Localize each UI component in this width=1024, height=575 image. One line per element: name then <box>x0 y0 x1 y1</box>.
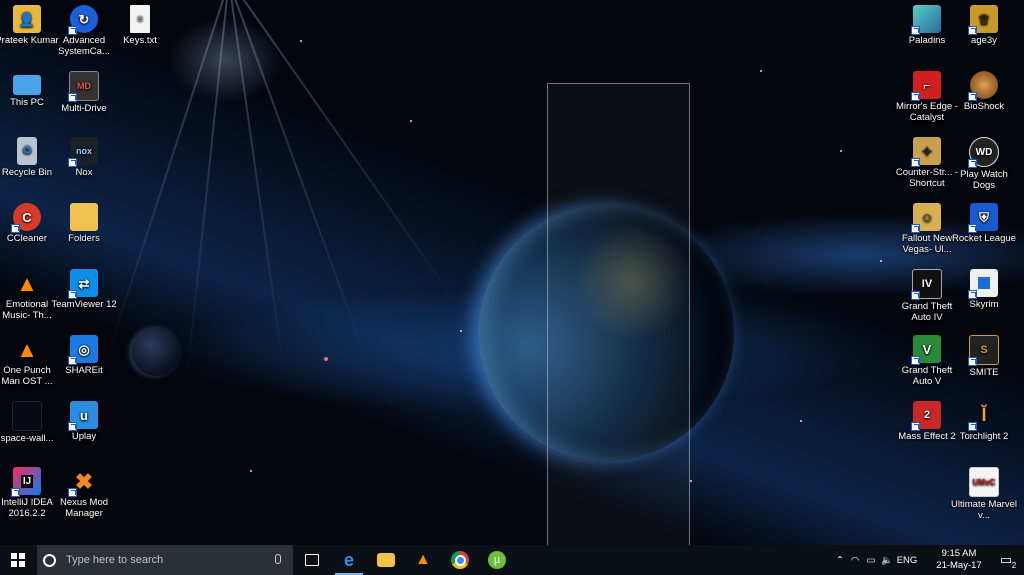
action-center-button[interactable]: ▭ 2 <box>994 545 1018 575</box>
desktop-icon-age3y[interactable]: ♛ age3y <box>951 2 1017 46</box>
ccleaner-icon: C <box>11 203 41 233</box>
cortana-icon <box>43 553 56 567</box>
light-ray <box>105 0 237 360</box>
desktop-icon-teamviewer[interactable]: ⇄ TeamViewer 12 <box>51 266 117 310</box>
multi-drive-icon: MD <box>68 71 99 102</box>
show-hidden-icons-button[interactable]: ⌃ <box>834 545 846 575</box>
star <box>410 120 412 122</box>
microphone-icon[interactable] <box>275 554 281 564</box>
star <box>460 330 462 332</box>
desktop-icon-bioshock[interactable]: BioShock <box>951 68 1017 112</box>
vlc-icon: ▲ <box>16 270 38 296</box>
star <box>250 470 252 472</box>
system-tray: ⌃ ◠ ▭ 🔈 ENG 9:15 AM 21-May-17 ▭ 2 <box>834 545 1024 575</box>
search-box[interactable] <box>37 545 293 575</box>
recycle-bin-icon: ♻ <box>17 137 37 165</box>
desktop-icon-rocket-league[interactable]: ⛨ Rocket League <box>951 200 1017 244</box>
desktop-icon-keys-txt[interactable]: ≡ Keys.txt <box>107 2 173 46</box>
desktop-icon-watch-dogs[interactable]: WD Play Watch Dogs <box>951 134 1017 191</box>
star <box>690 480 692 482</box>
desktop-icon-marvel[interactable]: UMvC Ultimate Marvel v... <box>951 464 1017 521</box>
edge-icon: e <box>343 549 354 570</box>
chrome-icon <box>451 551 469 569</box>
vlc-icon: ▲ <box>16 336 38 362</box>
desktop-icon-nexus-mod-manager[interactable]: ✖ Nexus Mod Manager <box>51 464 117 519</box>
counter-strike-icon: ✦ <box>911 137 941 167</box>
nexus-mod-manager-icon: ✖ <box>68 467 98 497</box>
desktop-icon-nox[interactable]: nox Nox <box>51 134 117 178</box>
star <box>800 420 802 422</box>
task-view-button[interactable] <box>294 545 330 575</box>
taskbar-file-explorer[interactable] <box>368 545 404 575</box>
nox-icon: nox <box>68 137 98 167</box>
taskbar-chrome[interactable] <box>442 545 478 575</box>
smite-icon: S <box>968 335 999 366</box>
star <box>324 357 328 361</box>
advanced-systemcare-icon: ↻ <box>68 5 98 35</box>
teamviewer-icon: ⇄ <box>68 269 98 299</box>
intellij-icon: IJ <box>11 467 41 497</box>
taskbar-utorrent[interactable]: µ <box>479 545 515 575</box>
light-ray <box>186 0 232 378</box>
age3y-icon: ♛ <box>968 5 998 35</box>
start-button[interactable] <box>0 545 36 575</box>
text-file-icon: ≡ <box>130 5 150 33</box>
utorrent-icon: µ <box>488 551 506 569</box>
clock-date: 21-May-17 <box>936 560 982 571</box>
watch-dogs-icon: WD <box>968 137 999 168</box>
desktop-icon-smite[interactable]: S SMITE <box>951 332 1017 378</box>
network-icon[interactable]: ◠ <box>848 545 862 575</box>
taskbar: e ▲ µ ⌃ ◠ ▭ 🔈 ENG 9:15 AM 21-May-17 ▭2 <box>0 545 1024 575</box>
selection-rectangle <box>547 83 690 545</box>
windows-icon <box>11 553 25 567</box>
desktop-icon-multi-drive[interactable]: MD Multi-Drive <box>51 68 117 114</box>
star <box>300 40 302 42</box>
chevron-up-icon: ⌃ <box>836 554 844 566</box>
skyrim-icon <box>968 269 998 299</box>
task-view-icon <box>305 554 319 566</box>
battery-icon[interactable]: ▭ <box>864 545 878 575</box>
desktop-icon-torchlight[interactable]: Ĭ Torchlight 2 <box>951 398 1017 443</box>
search-input[interactable] <box>64 553 258 567</box>
torchlight-icon: Ĭ <box>968 401 998 431</box>
desktop-icon-shareit[interactable]: ◎ SHAREit <box>51 332 117 376</box>
gta5-icon: V <box>911 335 941 365</box>
light-ray <box>220 0 366 356</box>
desktop-icon-uplay[interactable]: u Uplay <box>51 398 117 442</box>
this-pc-icon <box>13 75 41 95</box>
notification-count: 2 <box>1011 561 1017 570</box>
fallout-icon: ☺ <box>911 203 941 233</box>
volume-icon[interactable]: 🔈 <box>880 545 894 575</box>
taskbar-edge[interactable]: e <box>331 545 367 575</box>
mass-effect-icon: 2 <box>911 401 941 431</box>
mirrors-edge-icon: ⌐ <box>911 71 941 101</box>
bioshock-icon <box>968 71 998 101</box>
image-file-icon <box>12 401 42 431</box>
desktop-icon-folders[interactable]: Folders <box>51 200 117 244</box>
notification-icon: ▭ 2 <box>999 552 1017 570</box>
language-indicator[interactable]: ENG <box>896 545 918 575</box>
rocket-league-icon: ⛨ <box>968 203 998 233</box>
paladins-icon <box>911 5 941 35</box>
shareit-icon: ◎ <box>68 335 98 365</box>
star <box>880 260 882 262</box>
star <box>840 150 842 152</box>
desktop-background[interactable]: 👤 Prateek Kumar ↻ Advanced SystemCa... ≡… <box>0 0 1024 545</box>
uplay-icon: u <box>68 401 98 431</box>
file-explorer-icon <box>377 553 395 567</box>
clock[interactable]: 9:15 AM 21-May-17 <box>930 548 988 572</box>
star <box>760 70 762 72</box>
marvel-icon: UMvC <box>969 467 999 497</box>
desktop-icon-skyrim[interactable]: Skyrim <box>951 266 1017 310</box>
taskbar-vlc[interactable]: ▲ <box>405 545 441 575</box>
user-folder-icon: 👤 <box>13 5 41 33</box>
vlc-icon: ▲ <box>415 551 431 568</box>
gta4-icon: IV <box>911 269 942 300</box>
moon-image <box>132 328 180 376</box>
clock-time: 9:15 AM <box>941 548 977 559</box>
folder-icon <box>70 203 98 231</box>
